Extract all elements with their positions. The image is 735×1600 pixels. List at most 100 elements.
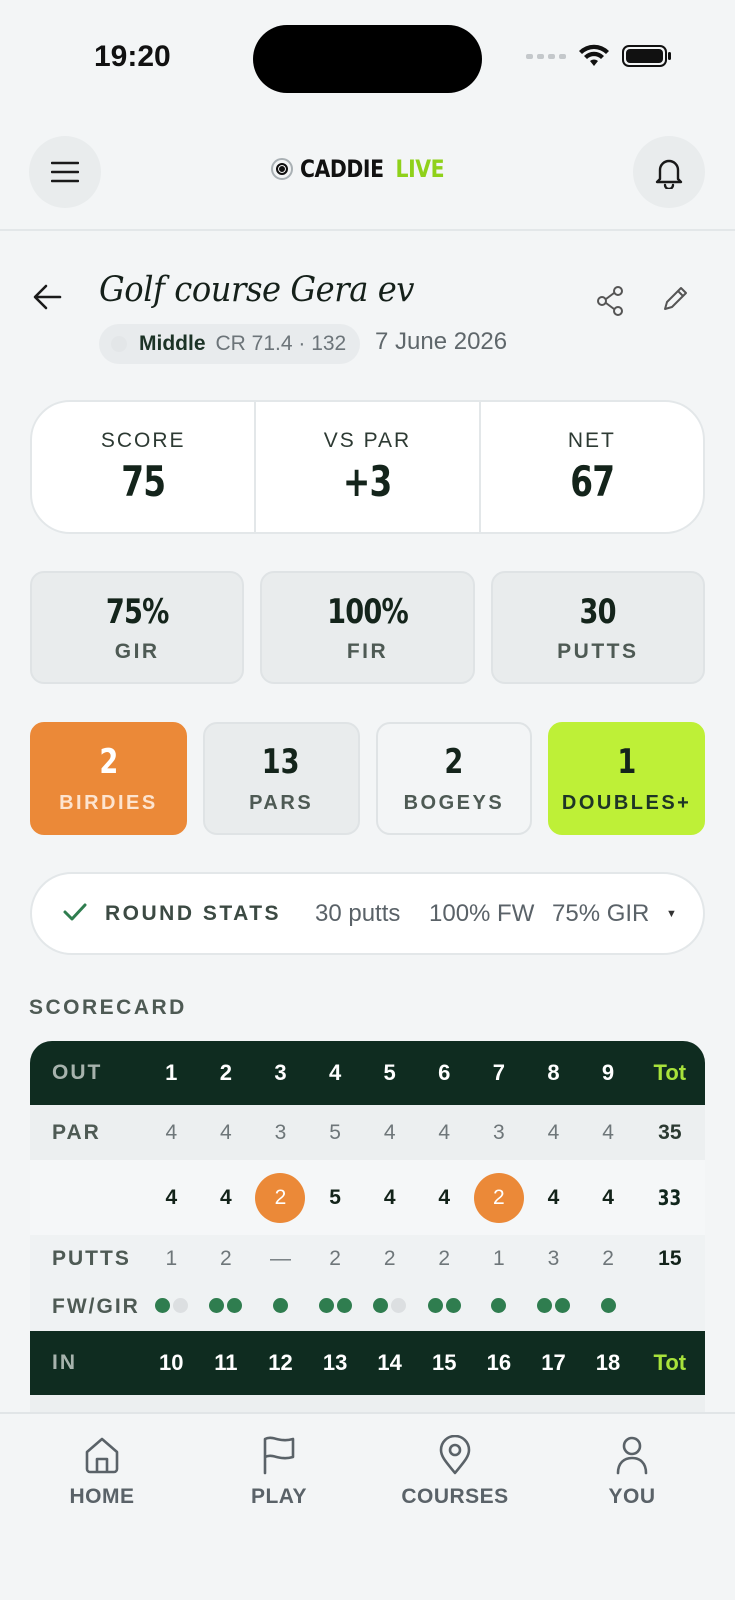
tab-home[interactable]: HOME (22, 1414, 182, 1509)
tally-label: PARS (249, 792, 314, 814)
hole-number: 5 (383, 1060, 396, 1085)
tab-play[interactable]: PLAY (199, 1414, 359, 1509)
tab-you[interactable]: YOU (552, 1414, 712, 1509)
fwgir-dots (272, 1298, 288, 1313)
app-logo: CADDIE LIVE (271, 155, 470, 183)
row-label: PAR (52, 1120, 101, 1144)
hole-number: 8 (547, 1060, 560, 1085)
hole-number: 9 (601, 1060, 615, 1085)
hole-number: 12 (268, 1350, 293, 1375)
summary-label: SCORE (100, 428, 186, 452)
tab-label: HOME (69, 1485, 135, 1508)
score-cell[interactable]: 4 (526, 1186, 581, 1210)
back-button[interactable] (32, 282, 64, 314)
status-icons (526, 44, 672, 68)
fwgir-cell (308, 1295, 363, 1319)
score-cell[interactable]: 4 (417, 1186, 472, 1210)
par-cell: 5 (329, 1120, 341, 1144)
tee-color-dot (111, 336, 127, 352)
tee-pill: Middle CR 71.4 · 132 (99, 324, 361, 364)
row-label: PUTTS (52, 1247, 131, 1270)
arrow-left-icon (33, 284, 62, 310)
bottom-tab-bar: HOME PLAY COURSES YOU (0, 1412, 735, 1600)
app-header: CADDIE LIVE (0, 120, 735, 231)
fwgir-dots (318, 1298, 352, 1313)
tab-courses[interactable]: COURSES (375, 1414, 535, 1509)
row-label: OUT (52, 1061, 103, 1084)
putts-cell: 1 (493, 1247, 505, 1270)
tally-bogeys[interactable]: 2 BOGEYS (375, 722, 533, 835)
logo-accent-text: LIVE (395, 155, 445, 183)
round-stats-toggle[interactable]: ROUND STATS 30 putts 100% FW 75% GIR ▼ (30, 872, 705, 955)
fairway-hit-dot (373, 1298, 389, 1313)
par-cell: 4 (220, 1120, 232, 1144)
gir-hit-dot (554, 1298, 570, 1313)
score-value: 4 (383, 1185, 396, 1209)
check-icon (63, 903, 87, 921)
tab-label: PLAY (250, 1485, 308, 1508)
hole-number: 18 (595, 1350, 621, 1375)
scorecard-table: OUT 1 2 3 4 5 6 7 8 9 Tot PAR 4 4 3 5 4 … (30, 1041, 705, 1413)
summary-vs-par: VS PAR +3 (256, 402, 481, 532)
fwgir-dots (154, 1298, 188, 1313)
round-stats-putts: 30 putts (315, 900, 401, 927)
putts-cell: 2 (438, 1247, 451, 1270)
cellular-signal-icon (526, 53, 566, 59)
tally-value: 2 (98, 742, 118, 782)
summary-value: 67 (569, 456, 615, 506)
tab-label: YOU (608, 1485, 656, 1508)
par-cell: 4 (438, 1120, 451, 1144)
hole-number: 11 (214, 1350, 238, 1375)
score-cell[interactable]: 5 (308, 1186, 363, 1210)
share-button[interactable] (596, 286, 624, 321)
scorecard-score-row: 4 4 2 5 4 4 2 4 4 33 (30, 1160, 705, 1235)
putts-cell: 2 (329, 1247, 341, 1270)
scorecard-par-row: PAR 4 4 3 5 4 4 3 4 4 35 (30, 1105, 705, 1160)
score-cell[interactable]: 4 (362, 1186, 417, 1210)
wifi-icon (578, 44, 610, 68)
par-cell: 4 (547, 1120, 560, 1144)
gir-hit-dot (600, 1298, 616, 1313)
score-value: 4 (602, 1185, 614, 1209)
fwgir-cell (362, 1295, 417, 1319)
tally-label: BIRDIES (59, 792, 158, 814)
tally-doubles[interactable]: 1 DOUBLES+ (548, 722, 705, 835)
score-cell[interactable]: 4 (199, 1186, 254, 1210)
row-label: IN (52, 1351, 77, 1374)
fwgir-dots (209, 1298, 243, 1313)
birdie-score-badge: 2 (255, 1172, 306, 1223)
total-header: Tot (653, 1350, 687, 1375)
round-title-row: Golf course Gera ev Middle CR 71.4 · 132… (0, 262, 735, 372)
hole-number: 16 (486, 1350, 512, 1375)
logo-target-icon (271, 158, 293, 180)
tally-birdies[interactable]: 2 BIRDIES (30, 722, 187, 835)
edit-button[interactable] (660, 284, 690, 319)
score-cell[interactable]: 4 (144, 1186, 199, 1210)
fairway-hit-dot (536, 1298, 552, 1313)
notifications-button[interactable] (633, 136, 705, 208)
stat-putts: 30 PUTTS (490, 571, 705, 684)
hole-number: 2 (219, 1060, 233, 1085)
putts-cell: 2 (383, 1247, 396, 1270)
tally-pars[interactable]: 13 PARS (202, 722, 360, 835)
scorecard-title: SCORECARD (29, 996, 187, 1019)
score-cell[interactable]: 4 (581, 1186, 636, 1210)
summary-label: NET (567, 428, 616, 452)
score-cell[interactable]: 2 (472, 1172, 527, 1223)
fwgir-dots (600, 1298, 616, 1313)
putts-cell: 1 (165, 1247, 178, 1270)
menu-button[interactable] (29, 136, 101, 208)
score-value: 4 (547, 1185, 560, 1209)
hole-number: 7 (492, 1060, 505, 1085)
score-cell[interactable]: 2 (253, 1172, 308, 1223)
stat-fir: 100% FIR (260, 571, 475, 684)
bell-icon (655, 159, 683, 189)
par-cell: 4 (165, 1120, 178, 1144)
dynamic-island (253, 25, 482, 93)
fwgir-cell (144, 1295, 199, 1319)
row-label: FW/GIR (52, 1295, 140, 1318)
hole-number: 15 (432, 1350, 457, 1375)
status-time: 19:20 (94, 40, 171, 73)
user-icon (616, 1436, 648, 1475)
score-value: 5 (329, 1185, 341, 1209)
